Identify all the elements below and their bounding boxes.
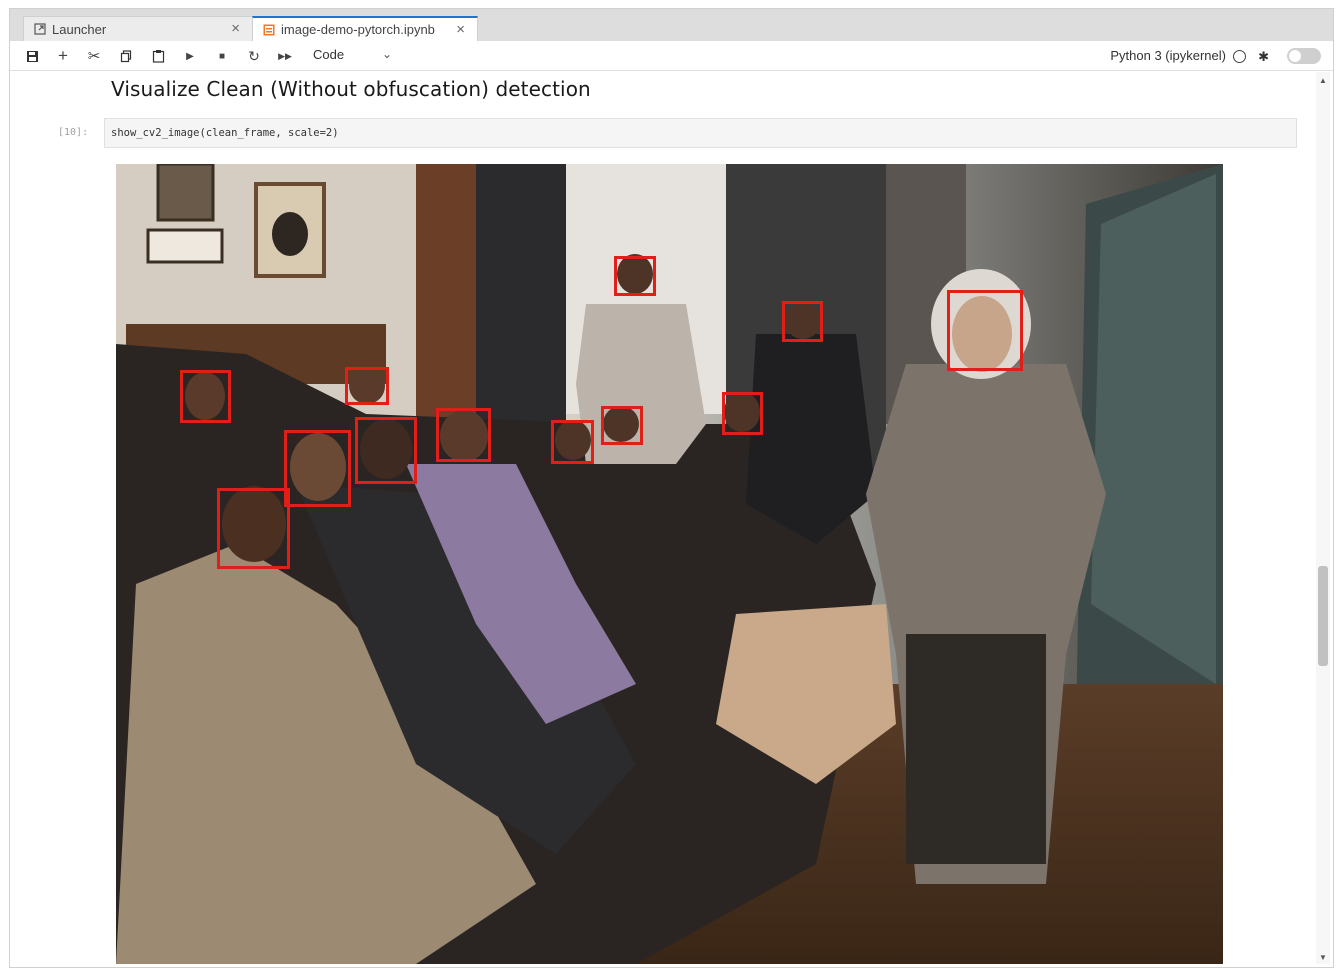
kernel-name[interactable]: Python 3 (ipykernel) [1110, 48, 1226, 63]
output-image [116, 164, 1223, 964]
code-cell[interactable]: show_cv2_image(clean_frame, scale=2) [104, 118, 1297, 148]
face-detection-box [355, 417, 417, 484]
notebook-toolbar: + ✂ ▶ ■ ↻ ▶▶ Code ⌄ Python 3 (ipykernel)… [10, 41, 1333, 71]
face-detection-box [217, 488, 290, 569]
face-detection-box [180, 370, 231, 423]
section-heading: Visualize Clean (Without obfuscation) de… [111, 77, 591, 101]
tab-notebook[interactable]: image-demo-pytorch.ipynb × [252, 16, 478, 41]
tab-notebook-label: image-demo-pytorch.ipynb [281, 22, 435, 37]
save-icon[interactable] [23, 47, 41, 65]
launcher-icon [34, 23, 46, 35]
scroll-down-icon[interactable]: ▼ [1319, 953, 1327, 962]
debugger-toggle[interactable] [1287, 48, 1321, 64]
face-detection-box [551, 420, 594, 464]
run-icon[interactable]: ▶ [181, 47, 199, 65]
cell-prompt: [10]: [58, 127, 89, 138]
face-detection-box [782, 301, 823, 342]
face-detection-box [614, 256, 656, 296]
stop-icon[interactable]: ■ [213, 47, 231, 65]
bug-icon[interactable]: ✱ [1258, 49, 1269, 65]
notebook-icon [263, 24, 275, 36]
kernel-status-icon [1233, 50, 1246, 63]
face-detection-box [345, 367, 389, 405]
tab-launcher-label: Launcher [52, 21, 107, 37]
scrollbar-thumb[interactable] [1318, 566, 1328, 666]
paste-icon[interactable] [149, 47, 167, 65]
fast-forward-icon[interactable]: ▶▶ [276, 47, 294, 65]
copy-icon[interactable] [117, 47, 135, 65]
chevron-down-icon[interactable]: ⌄ [382, 47, 392, 61]
cell-type-select[interactable]: Code [313, 47, 344, 62]
face-detection-box [947, 290, 1023, 371]
scroll-up-icon[interactable]: ▲ [1319, 76, 1327, 85]
face-detection-box [284, 430, 351, 507]
vertical-scrollbar[interactable]: ▲ ▼ [1316, 72, 1330, 964]
tab-launcher[interactable]: Launcher × [23, 16, 253, 41]
face-detection-box [436, 408, 491, 462]
close-icon[interactable]: × [231, 20, 240, 37]
cut-icon[interactable]: ✂ [85, 47, 103, 65]
tab-bar: Launcher × image-demo-pytorch.ipynb × [10, 9, 1333, 41]
code-text[interactable]: show_cv2_image(clean_frame, scale=2) [111, 127, 339, 139]
add-cell-icon[interactable]: + [54, 46, 72, 65]
close-icon[interactable]: × [456, 21, 465, 38]
face-detection-box [601, 406, 643, 445]
face-detection-box [722, 392, 763, 435]
restart-icon[interactable]: ↻ [245, 47, 263, 65]
